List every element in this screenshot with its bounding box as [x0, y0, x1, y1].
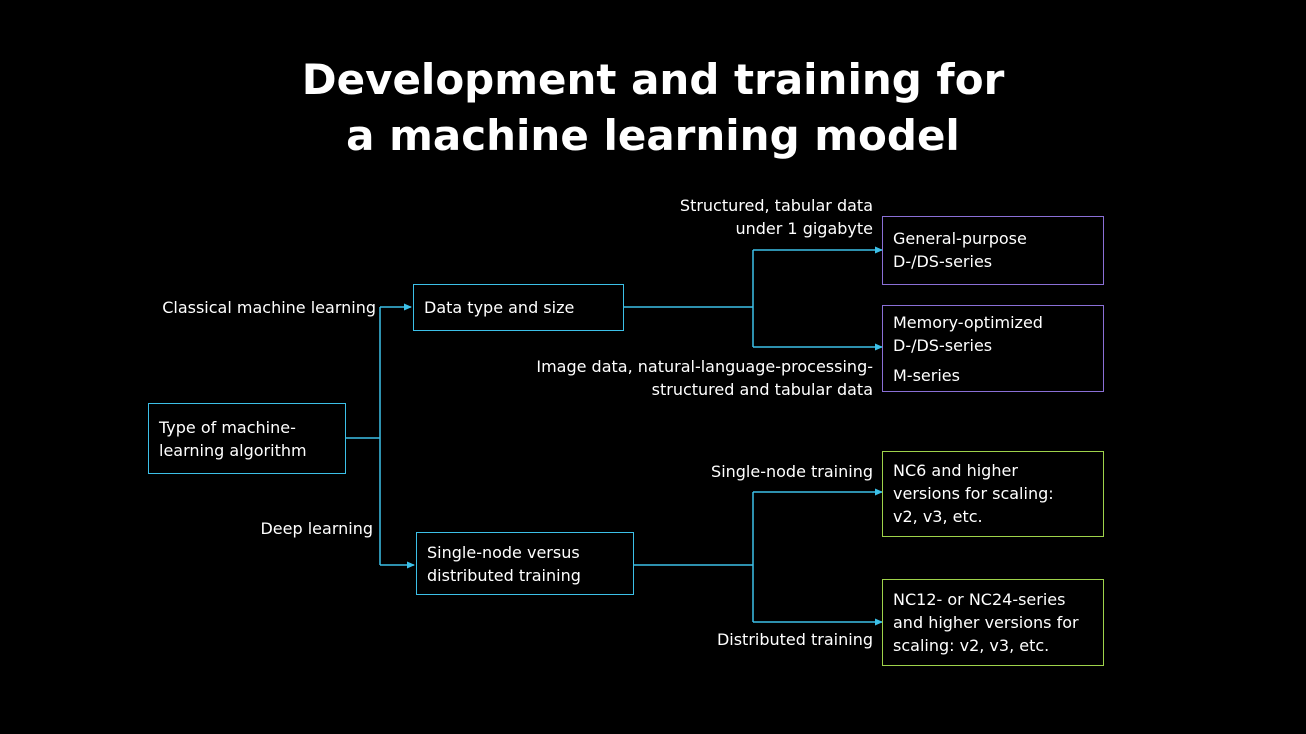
memory-optimized-line-1: Memory-optimized [893, 313, 1043, 332]
deep-learning-label: Deep learning [260, 519, 373, 538]
nc12-nc24-box: NC12- or NC24-series and higher versions… [882, 579, 1104, 666]
diagram: Development and training for a machine l… [0, 0, 1306, 734]
algorithm-type-box: Type of machine- learning algorithm [148, 403, 346, 474]
data-type-size-label: Data type and size [424, 298, 575, 317]
nc12-line-3: scaling: v2, v3, etc. [893, 636, 1050, 655]
nc6-line-1: NC6 and higher [893, 461, 1018, 480]
nc6-box: NC6 and higher versions for scaling: v2,… [882, 451, 1104, 537]
data-type-size-box: Data type and size [413, 284, 624, 331]
memory-optimized-line-2: D-/DS-series [893, 336, 993, 355]
nc12-line-1: NC12- or NC24-series [893, 590, 1066, 609]
memory-optimized-box: Memory-optimized D-/DS-series M-series [882, 305, 1104, 392]
nc6-line-3: v2, v3, etc. [893, 507, 983, 526]
image-data-label: Image data, natural-language-processing-… [536, 357, 873, 399]
training-mode-line-1: Single-node versus [427, 542, 580, 562]
training-mode-line-2: distributed training [427, 565, 581, 585]
training-mode-box: Single-node versus distributed training [416, 532, 634, 595]
memory-optimized-line-3: M-series [893, 366, 960, 385]
general-purpose-box: General-purpose D-/DS-series [882, 216, 1104, 285]
structured-data-label: Structured, tabular data under 1 gigabyt… [679, 196, 873, 238]
single-node-label: Single-node training [711, 462, 873, 481]
general-purpose-line-1: General-purpose [893, 229, 1027, 248]
algorithm-type-line-2: learning algorithm [159, 440, 307, 460]
nc6-line-2: versions for scaling: [893, 484, 1054, 503]
algorithm-type-line-1: Type of machine- [159, 417, 296, 437]
general-purpose-line-2: D-/DS-series [893, 252, 993, 271]
nc12-line-2: and higher versions for [893, 613, 1079, 632]
classical-ml-label: Classical machine learning [162, 298, 376, 317]
distributed-label: Distributed training [716, 630, 873, 649]
